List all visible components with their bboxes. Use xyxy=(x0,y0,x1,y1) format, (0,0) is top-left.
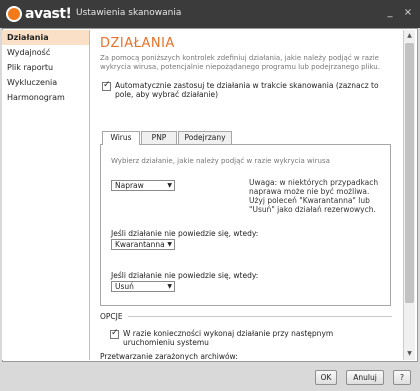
help-button[interactable]: ? xyxy=(393,370,411,385)
chevron-down-icon: ▼ xyxy=(167,241,172,248)
sidebar-item-harmonogram[interactable]: Harmonogram xyxy=(2,90,89,105)
scroll-down-icon[interactable]: ▼ xyxy=(404,348,415,360)
ok-button[interactable]: OK xyxy=(315,370,337,385)
fallback-action-1-value: Kwarantanna xyxy=(115,240,165,249)
window-title: Ustawienia skanowania xyxy=(76,8,182,18)
primary-action-select[interactable]: Napraw ▼ xyxy=(111,180,175,191)
reboot-action-checkbox[interactable] xyxy=(110,328,119,339)
minimize-button[interactable]: _ xyxy=(382,6,398,20)
options-title: OPCJE xyxy=(100,312,123,321)
close-button[interactable]: × xyxy=(400,6,416,20)
cancel-button[interactable]: Anuluj xyxy=(346,370,384,385)
tab-podejrzany[interactable]: Podejrzany xyxy=(178,131,232,144)
auto-apply-checkbox[interactable] xyxy=(102,80,111,91)
primary-action-value: Napraw xyxy=(115,181,144,190)
tab-panel-wirus: Wybierz działanie, jakie należy podjąć w… xyxy=(100,144,391,306)
tab-wirus[interactable]: Wirus xyxy=(102,131,140,145)
sidebar-item-plik-raportu[interactable]: Plik raportu xyxy=(2,60,89,75)
chevron-down-icon: ▼ xyxy=(167,283,172,290)
scrollbar-thumb[interactable] xyxy=(405,43,414,303)
avast-ball-icon xyxy=(6,6,22,22)
sidebar-item-dzialania[interactable]: Działania xyxy=(2,30,89,45)
reboot-action-label: W razie konieczności wykonaj działanie p… xyxy=(123,329,334,347)
options-divider xyxy=(128,316,392,317)
chevron-down-icon: ▼ xyxy=(167,182,172,189)
scroll-up-icon[interactable]: ▲ xyxy=(404,30,415,42)
fallback-label-2: Jeśli działanie nie powiedzie się, wtedy… xyxy=(111,271,259,280)
sidebar-item-wykluczenia[interactable]: Wykluczenia xyxy=(2,75,89,90)
page-title: DZIAŁANIA xyxy=(100,36,175,51)
avast-logo: avast! xyxy=(6,5,72,23)
sidebar-item-wydajnosc[interactable]: Wydajność xyxy=(2,45,89,60)
main-content: DZIAŁANIA Za pomocą poniższych kontrolek… xyxy=(92,30,402,360)
fallback-action-1-select[interactable]: Kwarantanna ▼ xyxy=(111,239,175,250)
auto-apply-label: Automatycznie zastosuj te działania w tr… xyxy=(115,81,379,99)
title-bar: avast! Ustawienia skanowania _ × xyxy=(0,0,420,28)
vertical-scrollbar[interactable]: ▲ ▼ xyxy=(403,30,415,360)
repair-note: Uwaga: w niektórych przypadkach naprawa … xyxy=(249,178,379,214)
fallback-action-2-select[interactable]: Usuń ▼ xyxy=(111,281,175,292)
archives-label: Przetwarzanie zarażonych archiwów: xyxy=(100,352,238,360)
panel-instruction: Wybierz działanie, jakie należy podjąć w… xyxy=(111,157,330,165)
brand-name: avast! xyxy=(25,6,72,22)
sidebar: Działania Wydajność Plik raportu Wyklucz… xyxy=(2,30,90,360)
fallback-label-1: Jeśli działanie nie powiedzie się, wtedy… xyxy=(111,229,259,238)
tab-pnp[interactable]: PNP xyxy=(141,131,177,144)
fallback-action-2-value: Usuń xyxy=(115,282,134,291)
page-description: Za pomocą poniższych kontrolek zdefiniuj… xyxy=(100,54,380,71)
